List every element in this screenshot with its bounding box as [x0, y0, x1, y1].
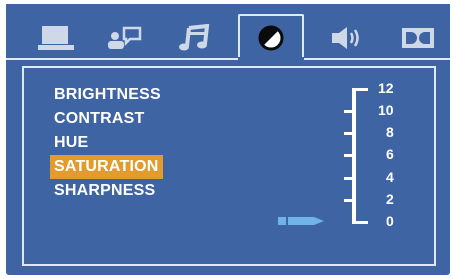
tab-general[interactable]	[26, 18, 86, 58]
active-tab-gap	[238, 57, 304, 61]
scale-label-0: 0	[386, 213, 394, 229]
scale-tick-10	[344, 110, 356, 113]
scale-tick-2	[344, 199, 356, 202]
laptop-icon	[38, 26, 74, 50]
menu-item-saturation[interactable]: SATURATION	[50, 155, 163, 179]
scale-label-4: 4	[386, 169, 394, 185]
scale-label-10: 10	[378, 102, 394, 118]
scale-tick-4	[344, 177, 356, 180]
scale-label-2: 2	[386, 191, 394, 207]
scale-label-12: 12	[378, 80, 394, 96]
tab-dolby[interactable]	[388, 18, 448, 58]
level-pointer-icon[interactable]	[278, 214, 328, 228]
level-scale[interactable]: 12 10 8 6 4 2 0	[334, 80, 414, 230]
speech-person-icon	[108, 26, 142, 49]
dolby-icon	[402, 28, 434, 48]
tab-divider	[6, 58, 450, 60]
menu-item-contrast[interactable]: CONTRAST	[50, 107, 165, 131]
settings-menu: BRIGHTNESS CONTRAST HUE SATURATION SHARP…	[50, 83, 165, 203]
menu-item-hue[interactable]: HUE	[50, 131, 165, 155]
scale-tick-6	[344, 154, 356, 157]
scale-tick-0	[352, 221, 368, 224]
osd-screen: BRIGHTNESS CONTRAST HUE SATURATION SHARP…	[6, 4, 450, 275]
tab-speaker[interactable]	[318, 18, 378, 58]
scale-label-8: 8	[386, 124, 394, 140]
menu-item-brightness[interactable]: BRIGHTNESS	[50, 83, 165, 107]
menu-item-sharpness[interactable]: SHARPNESS	[50, 179, 165, 203]
tab-bar	[6, 4, 450, 62]
music-note-icon	[179, 24, 210, 51]
speaker-icon	[332, 27, 359, 49]
contrast-circle-icon	[258, 25, 284, 51]
scale-tick-8	[344, 132, 356, 135]
tab-audio[interactable]	[164, 18, 224, 58]
scale-label-6: 6	[386, 146, 394, 162]
tab-picture[interactable]	[238, 14, 304, 62]
tab-language[interactable]	[94, 18, 154, 58]
picture-settings-panel: BRIGHTNESS CONTRAST HUE SATURATION SHARP…	[22, 66, 436, 266]
